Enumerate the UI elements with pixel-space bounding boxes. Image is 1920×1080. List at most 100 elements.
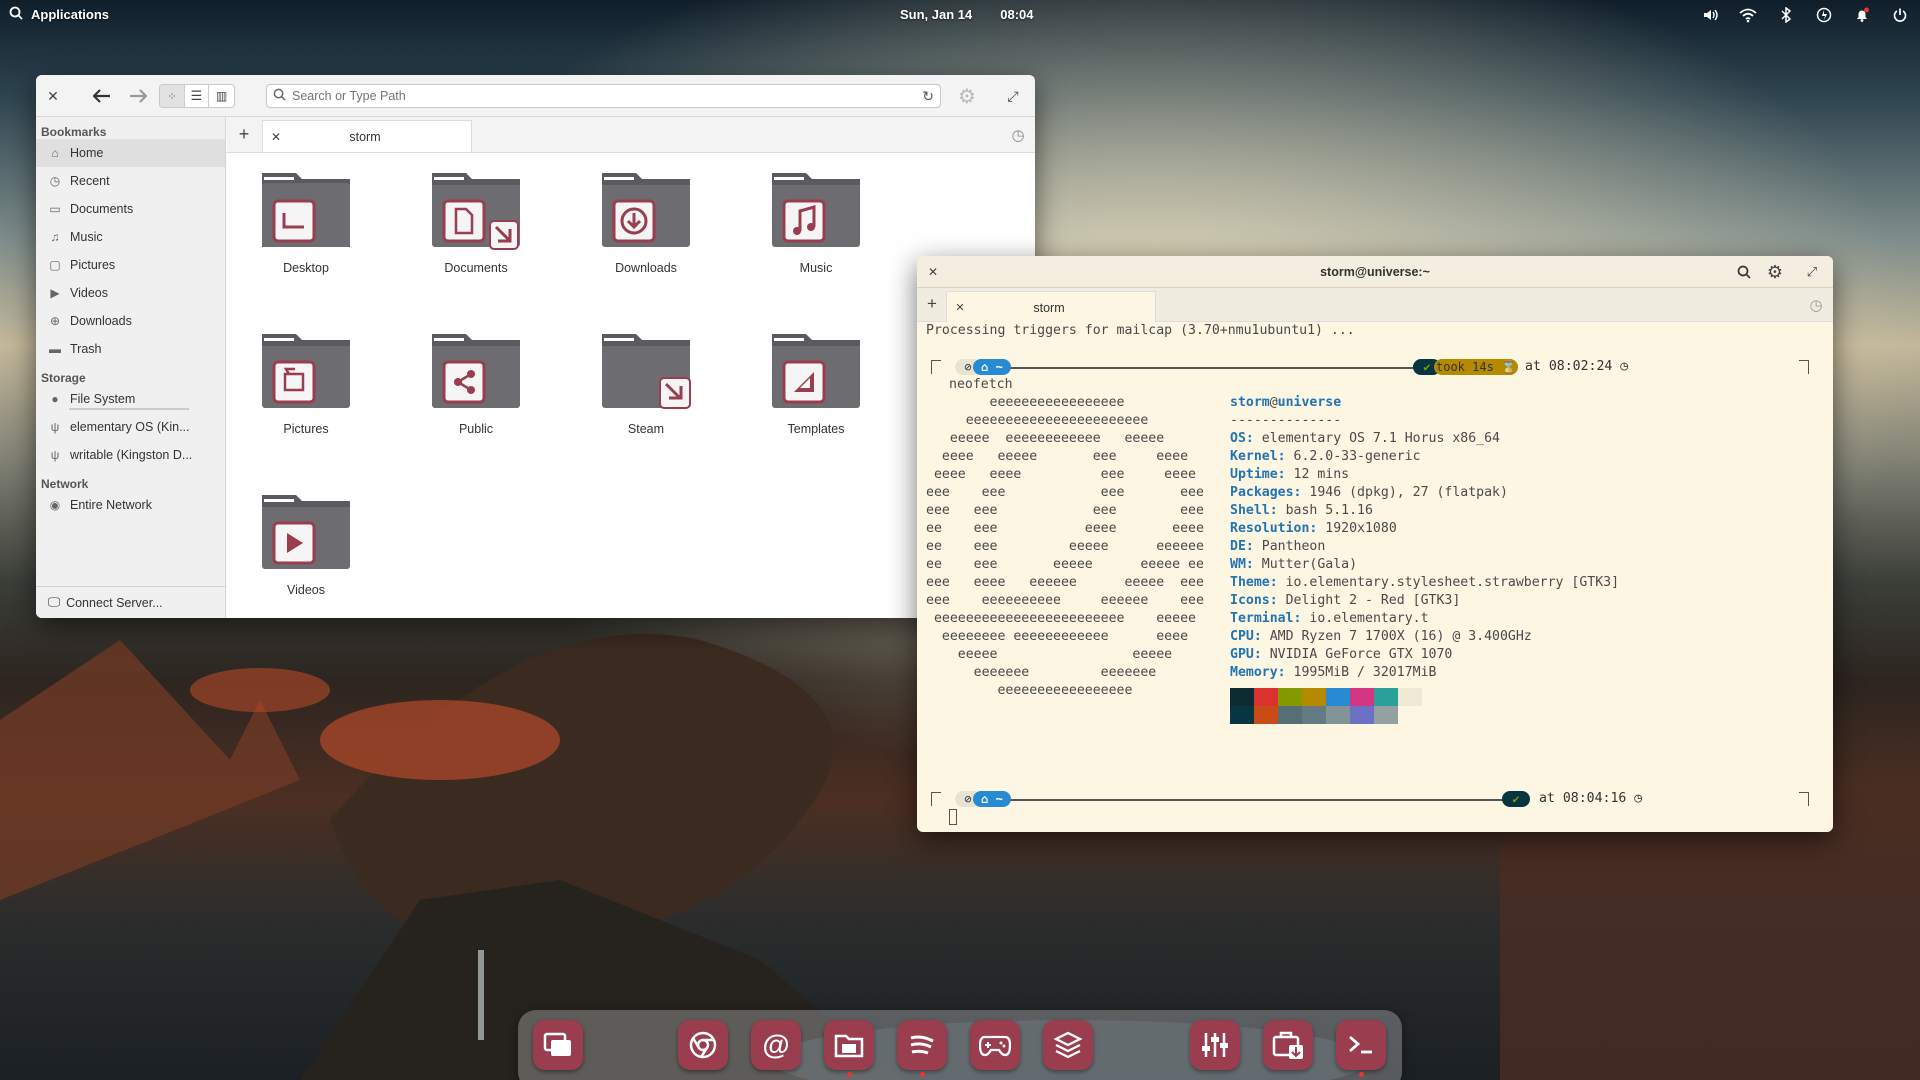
history-icon[interactable]: ◷: [1807, 296, 1825, 314]
sidebar-item-documents[interactable]: ▭ Documents: [36, 195, 225, 223]
list-view-icon[interactable]: ☰: [185, 85, 210, 107]
output-line: Processing triggers for mailcap (3.70+nm…: [926, 323, 1355, 338]
sidebar-item-pictures[interactable]: ▢ Pictures: [36, 251, 225, 279]
tab-storm[interactable]: ✕ storm: [946, 291, 1156, 323]
info-key: WM: [1230, 557, 1246, 572]
maximize-icon[interactable]: ⤢: [1004, 87, 1022, 105]
sidebar-item-label: Music: [70, 230, 103, 244]
applications-menu[interactable]: Applications: [9, 6, 109, 23]
close-icon[interactable]: ✕: [45, 88, 61, 104]
installer-icon[interactable]: [1263, 1020, 1313, 1070]
folder-documents[interactable]: Documents: [401, 167, 551, 317]
close-tab-icon[interactable]: ✕: [263, 130, 289, 144]
new-tab-icon[interactable]: +: [235, 124, 253, 144]
palette-swatch: [1302, 688, 1326, 706]
prompt-line: [1799, 792, 1809, 806]
forward-arrow-icon[interactable]: [126, 85, 150, 107]
history-icon[interactable]: ◷: [1009, 126, 1027, 144]
folder-label: Public: [458, 422, 494, 436]
sidebar-item-file-system[interactable]: ● File System: [36, 385, 225, 413]
terminal-output[interactable]: Processing triggers for mailcap (3.70+nm…: [917, 322, 1833, 832]
sidebar-item-label: Videos: [70, 286, 108, 300]
folder-downloads[interactable]: Downloads: [571, 167, 721, 317]
prompt-duration-segment: took 14s ⌛: [1434, 359, 1518, 375]
info-key: OS: [1230, 431, 1246, 446]
notifications-icon[interactable]: [1852, 5, 1872, 25]
sidebar-item-music[interactable]: ♫ Music: [36, 223, 225, 251]
usb-icon: ψ: [50, 448, 60, 462]
folder-steam[interactable]: Steam: [571, 328, 721, 478]
sidebar-item-elementary-os[interactable]: ψ elementary OS (Kin...: [36, 413, 225, 441]
close-tab-icon[interactable]: ✕: [947, 301, 973, 314]
new-tab-icon[interactable]: +: [923, 294, 941, 313]
music-note-icon: [772, 173, 860, 247]
multitasking-icon[interactable]: [533, 1020, 583, 1070]
palette-swatch: [1374, 688, 1398, 706]
info-row: OS: elementary OS 7.1 Horus x86_64: [1230, 431, 1500, 446]
maximize-icon[interactable]: ⤢: [1803, 263, 1821, 281]
sidebar-item-entire-network[interactable]: ◉ Entire Network: [36, 491, 225, 519]
prompt-time: at 08:04:16 ◷: [1539, 790, 1642, 808]
folder-pictures[interactable]: Pictures: [231, 328, 381, 478]
info-row: GPU: NVIDIA GeForce GTX 1070: [1230, 647, 1453, 662]
sidebar-item-downloads[interactable]: ⊕ Downloads: [36, 307, 225, 335]
folder-public[interactable]: Public: [401, 328, 551, 478]
settings-icon[interactable]: [1190, 1020, 1240, 1070]
back-arrow-icon[interactable]: [90, 85, 114, 107]
sidebar-item-home[interactable]: ⌂ Home: [36, 139, 225, 167]
search-icon[interactable]: [1735, 263, 1753, 281]
path-search-field[interactable]: ↻: [266, 84, 941, 108]
sidebar-item-videos[interactable]: ▶ Videos: [36, 279, 225, 307]
connect-server-button[interactable]: 🖵 Connect Server...: [36, 586, 225, 618]
info-key: Theme: [1230, 575, 1270, 590]
music-player-icon[interactable]: [897, 1020, 947, 1070]
column-view-icon[interactable]: ▥: [209, 85, 234, 107]
picture-icon: [262, 334, 350, 408]
folder-music[interactable]: Music: [741, 167, 891, 317]
power-icon[interactable]: [1890, 5, 1910, 25]
info-row: Resolution: 1920x1080: [1230, 521, 1397, 536]
datetime-indicator[interactable]: Sun, Jan 14 08:04: [900, 7, 1034, 22]
sidebar-item-trash[interactable]: ▬ Trash: [36, 335, 225, 363]
terminal-icon[interactable]: [1336, 1020, 1386, 1070]
sidebar-item-writable[interactable]: ψ writable (Kingston D...: [36, 441, 225, 469]
palette-swatch: [1302, 706, 1326, 724]
sidebar-item-label: writable (Kingston D...: [70, 448, 193, 462]
videos-icon: ▶: [50, 286, 60, 300]
grid-view-icon[interactable]: ⁘: [160, 85, 185, 107]
reload-icon[interactable]: ↻: [922, 88, 934, 105]
wifi-icon[interactable]: [1738, 5, 1758, 25]
search-input[interactable]: [292, 89, 892, 103]
tab-label: storm: [349, 129, 381, 144]
sidebar-item-recent[interactable]: ◷ Recent: [36, 167, 225, 195]
files-icon[interactable]: [824, 1020, 874, 1070]
browser-icon[interactable]: [678, 1020, 728, 1070]
bluetooth-icon[interactable]: [1776, 5, 1796, 25]
info-value: NVIDIA GeForce GTX 1070: [1269, 647, 1453, 662]
tab-storm[interactable]: ✕ storm: [262, 120, 472, 152]
games-icon[interactable]: [970, 1020, 1020, 1070]
duration-label: took 14s: [1436, 360, 1494, 374]
mail-icon[interactable]: @: [751, 1020, 801, 1070]
app-center-icon[interactable]: [1043, 1020, 1093, 1070]
info-key: Resolution: [1230, 521, 1310, 536]
settings-gear-icon[interactable]: ⚙: [956, 85, 978, 108]
terminal-window: ✕ storm@universe:~ ⚙ ⤢ + ✕ storm ◷ Proce…: [917, 256, 1833, 832]
monitor-icon: 🖵: [48, 595, 61, 609]
folder-videos[interactable]: Videos: [231, 489, 381, 618]
music-icon: ♫: [50, 230, 60, 244]
settings-gear-icon[interactable]: ⚙: [1765, 262, 1785, 282]
sidebar-item-label: elementary OS (Kin...: [70, 420, 190, 434]
folder-label: Steam: [627, 422, 665, 436]
folder-desktop[interactable]: Desktop: [231, 167, 381, 317]
palette-swatch: [1350, 688, 1374, 706]
palette-swatch: [1254, 706, 1278, 724]
volume-icon[interactable]: [1700, 5, 1720, 25]
folder-templates[interactable]: Templates: [741, 328, 891, 478]
logo-line: eeee eeee eee eeee: [926, 467, 1196, 482]
info-value: Mutter(Gala): [1261, 557, 1358, 572]
night-light-icon[interactable]: [1814, 5, 1834, 25]
info-row: DE: Pantheon: [1230, 539, 1326, 554]
date-label: Sun, Jan 14: [900, 7, 973, 22]
folder-label: Videos: [287, 583, 325, 597]
